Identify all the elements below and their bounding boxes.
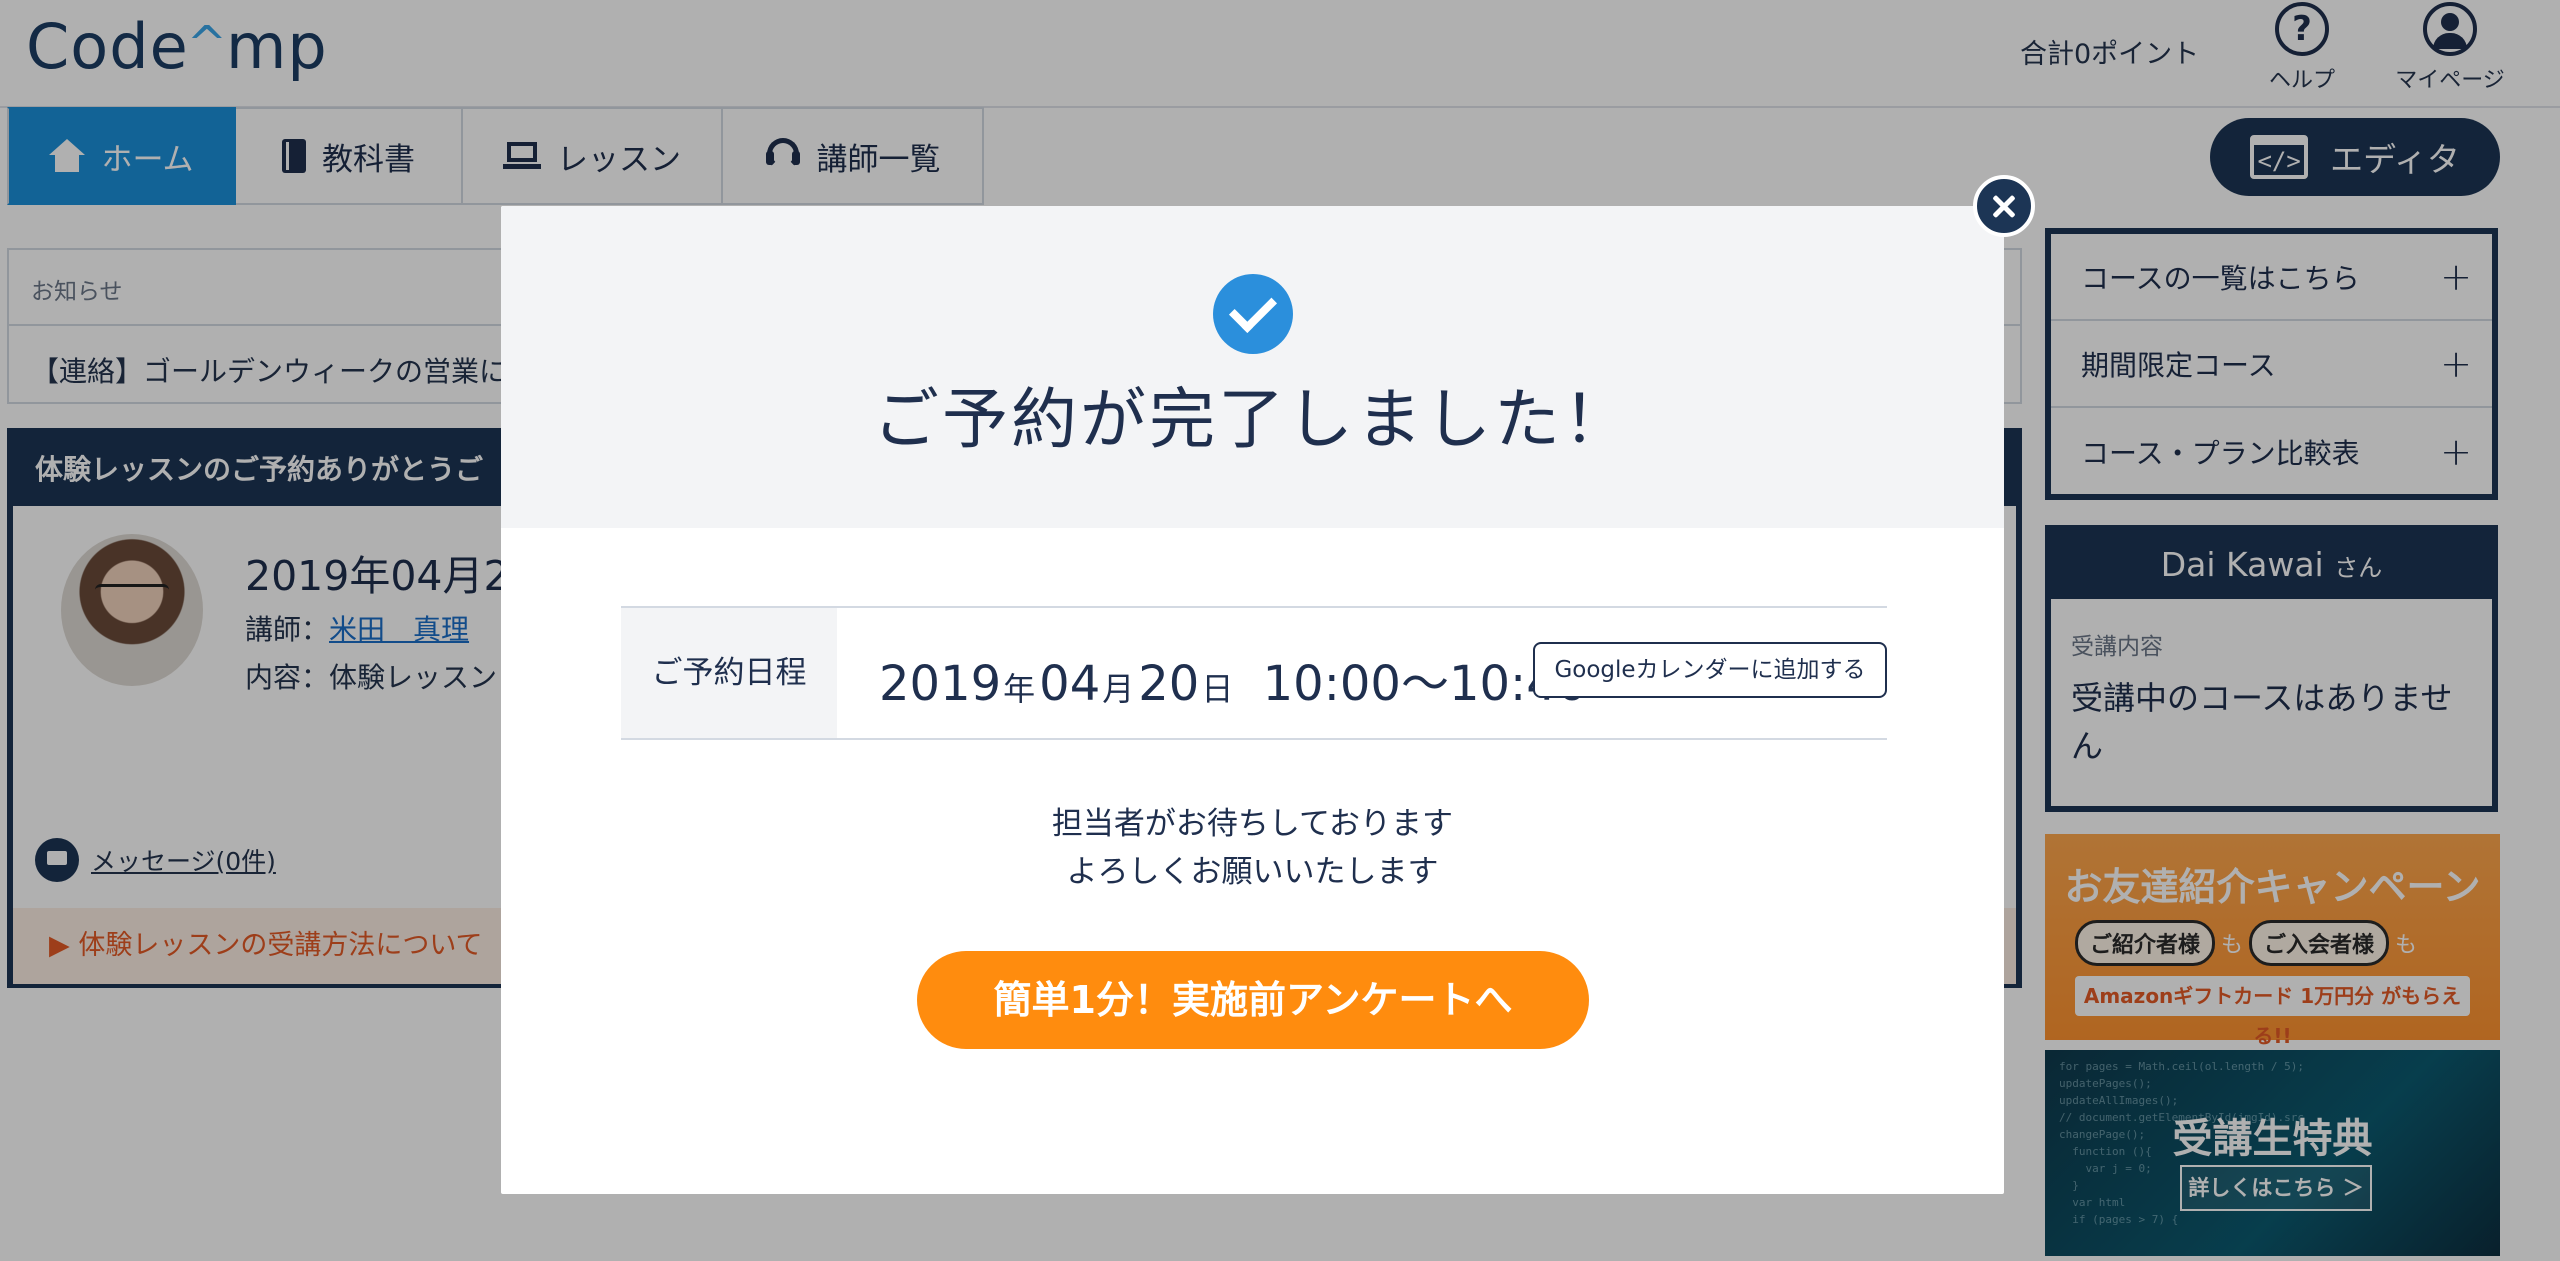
add-google-calendar-button[interactable]: Googleカレンダーに追加する [1533,642,1887,698]
modal-message-line-1: 担当者がお待ちしております [1051,806,1454,842]
schedule-day: 20 [1138,656,1200,712]
schedule-month: 04 [1039,656,1101,712]
schedule-year: 2019 [879,656,1002,712]
pre-survey-button[interactable]: 簡単1分！実施前アンケートへ [917,951,1589,1049]
year-unit: 年 [1003,670,1036,708]
modal-title: ご予約が完了しました！ [873,381,1632,458]
schedule-row: ご予約日程 2019年04月20日 10:00〜10:40 Googleカレンダ… [621,606,1887,740]
modal-message-line-2: よろしくお願いいたします [1066,854,1439,890]
reservation-complete-modal: ご予約が完了しました！ ご予約日程 2019年04月20日 10:00〜10:4… [501,206,2004,1194]
month-unit: 月 [1102,670,1135,708]
schedule-label: ご予約日程 [621,608,837,738]
day-unit: 日 [1201,670,1234,708]
modal-header: ご予約が完了しました！ [501,206,2004,528]
check-circle-icon [1213,274,1293,354]
close-icon[interactable] [1973,175,2035,237]
app-page: Code^mp 合計0ポイント ? ヘルプ マイページ ホーム 教科書 レッスン… [0,0,2560,1261]
schedule-datetime: 2019年04月20日 10:00〜10:40 [879,644,1587,714]
